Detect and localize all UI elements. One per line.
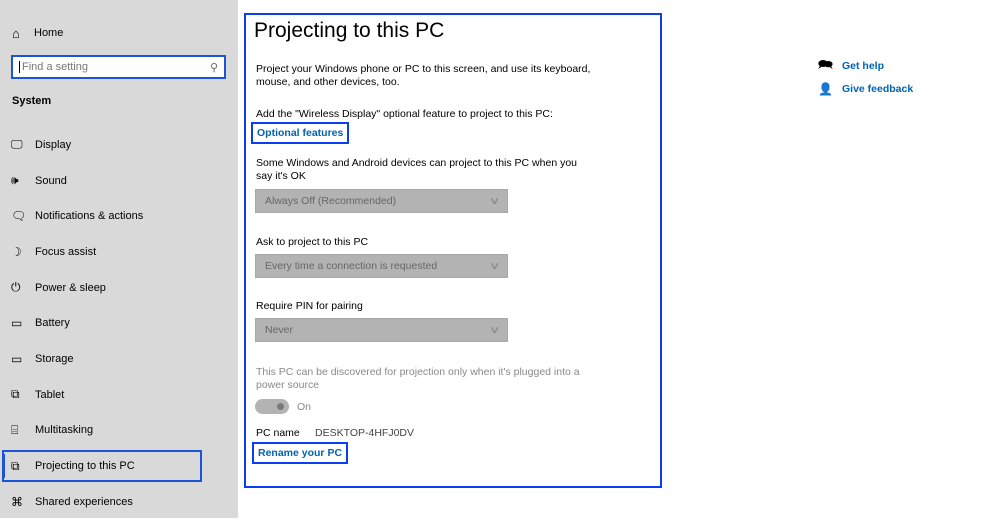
shared-experiences-icon: ⌘ bbox=[11, 494, 23, 509]
power-source-toggle[interactable] bbox=[255, 399, 289, 414]
search-input[interactable] bbox=[19, 61, 210, 73]
search-box[interactable]: ⚲ bbox=[11, 55, 226, 79]
sidebar-item-label: Focus assist bbox=[35, 245, 97, 258]
sidebar-item-label: Shared experiences bbox=[35, 495, 133, 508]
give-feedback-label: Give feedback bbox=[842, 82, 914, 95]
home-label: Home bbox=[34, 27, 64, 39]
devices-dropdown[interactable]: Always Off (Recommended) ∨ bbox=[255, 189, 508, 213]
page-title: Projecting to this PC bbox=[254, 19, 445, 42]
get-help-icon: 🗪 bbox=[818, 57, 833, 71]
devices-text: Some Windows and Android devices can pro… bbox=[256, 157, 578, 182]
sidebar-item-power-sleep[interactable]: ⏻ Power & sleep bbox=[0, 270, 238, 306]
sidebar-item-display[interactable]: 🖵 Display bbox=[0, 127, 238, 163]
ask-dropdown-value: Every time a connection is requested bbox=[265, 260, 438, 272]
give-feedback-icon: 👤 bbox=[818, 81, 833, 96]
pc-name-label: PC name bbox=[256, 427, 300, 439]
ask-dropdown[interactable]: Every time a connection is requested ∨ bbox=[255, 254, 508, 278]
power-icon: ⏻ bbox=[11, 280, 21, 295]
pc-name-value: DESKTOP-4HFJ0DV bbox=[315, 427, 414, 439]
battery-icon: ▭ bbox=[11, 316, 23, 331]
sidebar-item-label: Tablet bbox=[35, 388, 65, 401]
toggle-knob bbox=[277, 403, 284, 410]
multitasking-icon: ⌸ bbox=[11, 422, 19, 437]
sidebar-item-label: Projecting to this PC bbox=[35, 460, 135, 473]
sidebar-item-multitasking[interactable]: ⌸ Multitasking bbox=[0, 413, 238, 449]
sidebar-item-tablet[interactable]: ⧉ Tablet bbox=[0, 377, 238, 413]
devices-dropdown-value: Always Off (Recommended) bbox=[265, 195, 397, 207]
projecting-icon: ⧉ bbox=[11, 458, 20, 473]
give-feedback-link[interactable]: 👤 Give feedback bbox=[818, 77, 913, 100]
sidebar-nav: 🖵 Display 🕪 Sound 🗨 Notifications & acti… bbox=[0, 127, 238, 520]
sidebar-item-focus-assist[interactable]: ☽ Focus assist bbox=[0, 234, 238, 270]
get-help-label: Get help bbox=[842, 59, 885, 72]
chevron-down-icon: ∨ bbox=[488, 195, 501, 207]
sidebar-item-label: Notifications & actions bbox=[35, 210, 144, 223]
sidebar: ⌂ Home ⚲ System 🖵 Display 🕪 Sound 🗨 Noti… bbox=[0, 0, 238, 518]
sidebar-item-label: Battery bbox=[35, 317, 70, 330]
pin-dropdown[interactable]: Never ∨ bbox=[255, 318, 508, 342]
optional-features-link[interactable]: Optional features bbox=[251, 122, 350, 144]
notifications-icon: 🗨 bbox=[11, 209, 27, 224]
rename-pc-link[interactable]: Rename your PC bbox=[252, 442, 349, 464]
sidebar-item-sound[interactable]: 🕪 Sound bbox=[0, 163, 238, 199]
sidebar-item-label: Multitasking bbox=[35, 424, 94, 437]
sidebar-item-storage[interactable]: ▭ Storage bbox=[0, 341, 238, 377]
sidebar-item-label: Storage bbox=[35, 352, 74, 365]
display-icon: 🖵 bbox=[11, 137, 23, 152]
pin-dropdown-value: Never bbox=[265, 324, 294, 336]
sidebar-item-label: Power & sleep bbox=[35, 281, 106, 294]
focus-assist-moon-icon: ☽ bbox=[11, 244, 22, 259]
sidebar-item-battery[interactable]: ▭ Battery bbox=[0, 305, 238, 341]
sidebar-item-projecting[interactable]: ⧉ Projecting to this PC bbox=[0, 448, 204, 484]
pin-label: Require PIN for pairing bbox=[256, 300, 363, 312]
sidebar-item-notifications[interactable]: 🗨 Notifications & actions bbox=[0, 198, 238, 234]
tablet-icon: ⧉ bbox=[11, 387, 20, 402]
storage-icon: ▭ bbox=[11, 351, 23, 366]
intro-text: Project your Windows phone or PC to this… bbox=[256, 63, 591, 88]
wireless-display-text: Add the "Wireless Display" optional feat… bbox=[256, 108, 553, 120]
sidebar-item-label: Sound bbox=[35, 174, 67, 187]
get-help-link[interactable]: 🗪 Get help bbox=[818, 54, 913, 77]
ask-label: Ask to project to this PC bbox=[256, 236, 369, 248]
chevron-down-icon: ∨ bbox=[488, 324, 501, 336]
sidebar-item-shared-experiences[interactable]: ⌘ Shared experiences bbox=[0, 484, 238, 520]
toggle-state-label: On bbox=[297, 401, 312, 413]
home-nav-item[interactable]: ⌂ Home bbox=[12, 24, 63, 42]
home-icon: ⌂ bbox=[12, 25, 20, 41]
help-links: 🗪 Get help 👤 Give feedback bbox=[818, 54, 913, 100]
sound-icon: 🕪 bbox=[11, 173, 19, 188]
power-source-text: This PC can be discovered for projection… bbox=[256, 366, 580, 391]
chevron-down-icon: ∨ bbox=[488, 260, 501, 272]
search-icon[interactable]: ⚲ bbox=[210, 61, 218, 74]
section-title: System bbox=[12, 95, 52, 107]
sidebar-item-label: Display bbox=[35, 138, 72, 151]
